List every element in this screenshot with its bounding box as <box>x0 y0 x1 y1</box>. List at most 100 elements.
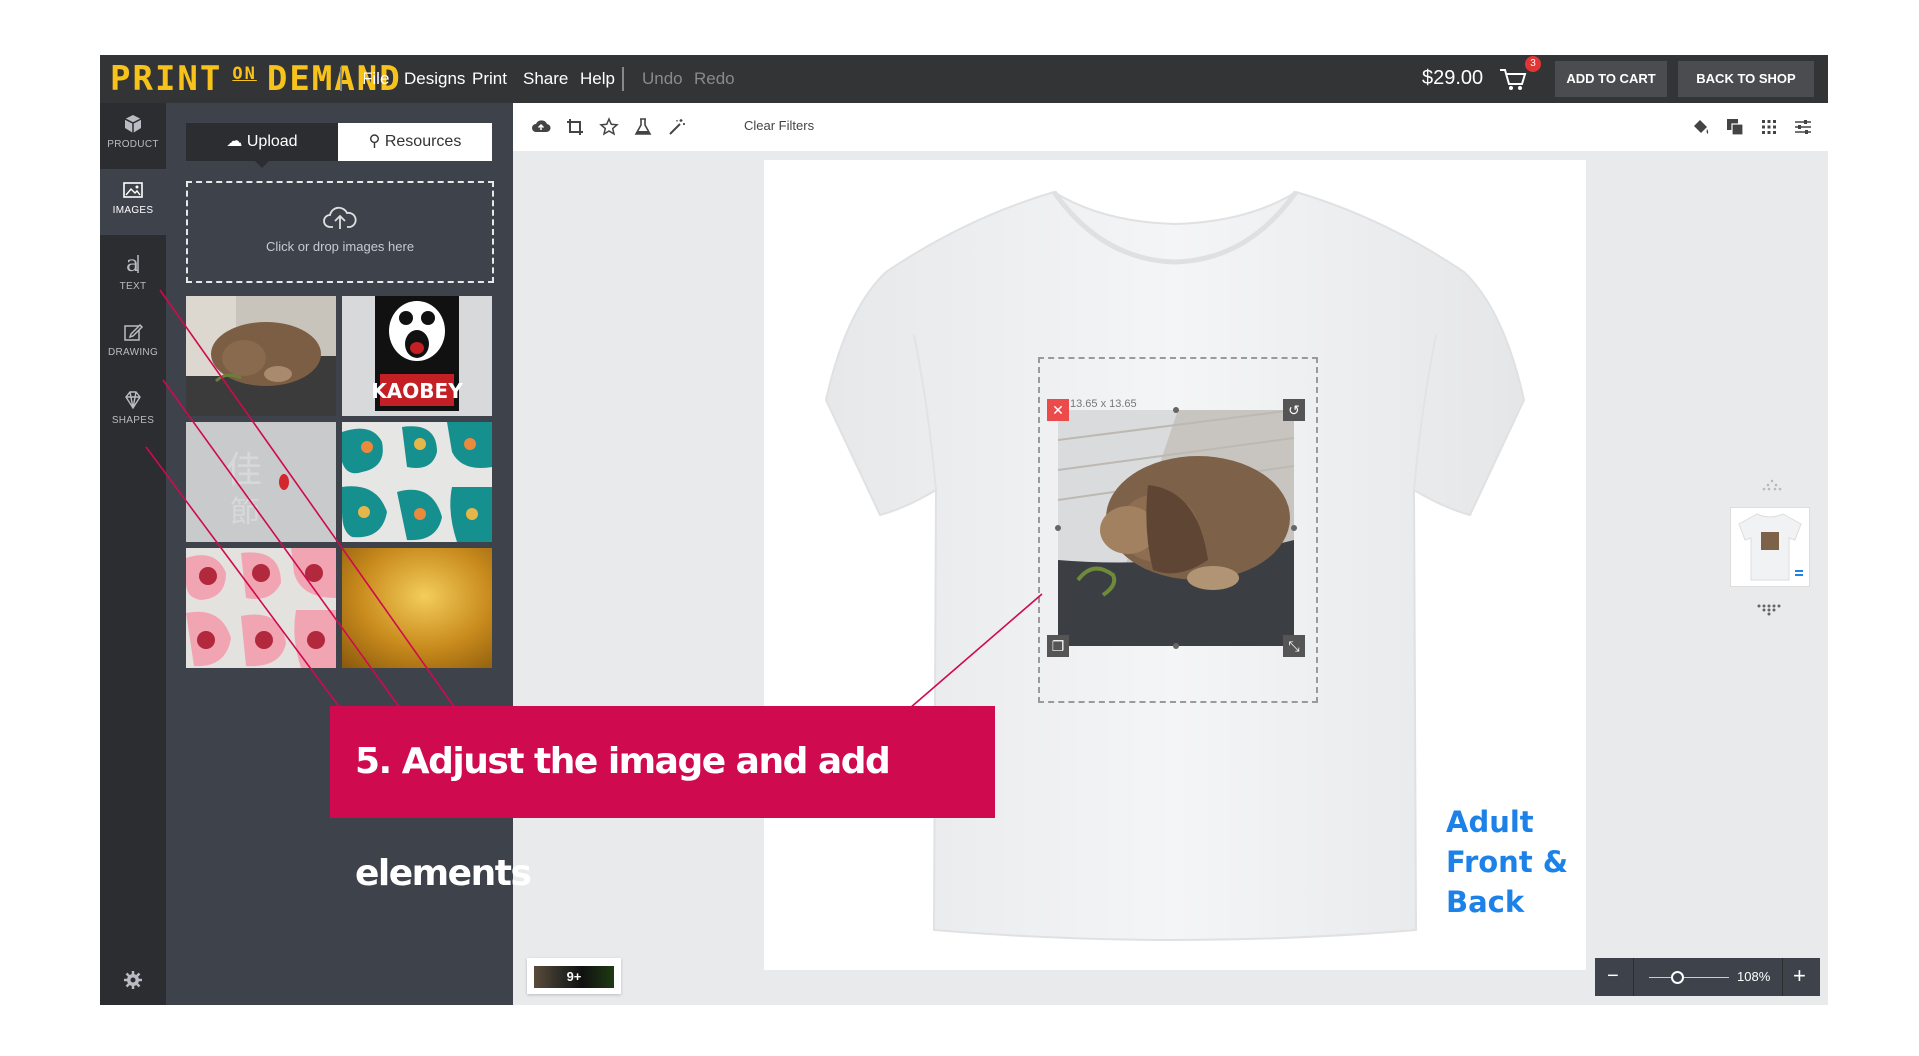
cube-icon <box>124 115 142 133</box>
add-to-cart-button[interactable]: ADD TO CART <box>1555 61 1667 97</box>
crop-icon[interactable] <box>565 117 585 137</box>
layers-count: 9+ <box>534 966 614 988</box>
tab-upload[interactable]: ☁ Upload <box>186 123 338 161</box>
redo-button[interactable]: Redo <box>694 69 735 89</box>
magic-wand-icon[interactable] <box>667 117 687 137</box>
cart-count-badge: 3 <box>1525 56 1541 72</box>
product-label-line: Adult <box>1446 805 1534 839</box>
menu-print[interactable]: Print <box>472 69 507 89</box>
menu-help[interactable]: Help <box>580 69 615 89</box>
editor-toolbar: Clear Filters <box>513 103 1828 151</box>
back-to-shop-button[interactable]: BACK TO SHOP <box>1678 61 1814 97</box>
thumbnail-gold-texture[interactable] <box>342 548 492 668</box>
upload-cloud-icon[interactable] <box>531 117 551 137</box>
zoom-in-button[interactable]: + <box>1793 963 1806 989</box>
menu-file[interactable]: File <box>362 69 389 89</box>
divider <box>1633 958 1634 996</box>
rail-label: DRAWING <box>107 347 159 358</box>
rotate-icon: ↺ <box>1288 402 1300 418</box>
thumbnail-pink-floral[interactable] <box>186 548 336 668</box>
star-icon[interactable] <box>599 117 619 137</box>
bottom-midpoint-handle[interactable] <box>1173 643 1179 649</box>
kaobey-text: KAOBEY <box>371 379 463 403</box>
zoom-out-button[interactable]: − <box>1607 965 1619 988</box>
logo-text-print: PRINT <box>110 59 223 99</box>
product-label-line: Back <box>1446 885 1525 919</box>
image-dropzone[interactable]: Click or drop images here <box>186 181 494 283</box>
settings-gear-icon[interactable] <box>122 969 144 991</box>
cart-icon[interactable] <box>1498 66 1528 92</box>
close-icon: ✕ <box>1052 402 1064 418</box>
rail-item-drawing[interactable]: DRAWING <box>100 311 166 377</box>
search-icon: ⚲ <box>368 133 381 150</box>
scroll-down-dots-icon[interactable] <box>1756 604 1786 618</box>
brand-logo[interactable]: PRINT ON DEMAND <box>110 59 402 99</box>
svg-text:佳: 佳 <box>226 450 262 491</box>
clear-filters-button[interactable]: Clear Filters <box>744 118 814 133</box>
grid-icon[interactable] <box>1759 117 1779 137</box>
thumbnail-teal-floral[interactable] <box>342 422 492 542</box>
menu-share[interactable]: Share <box>523 69 568 89</box>
product-label: Adult Front & Back <box>1446 802 1568 922</box>
product-label-line: Front & <box>1446 845 1569 879</box>
pale-pattern-image: 佳節 <box>186 422 336 542</box>
top-bar: PRINT ON DEMAND File Designs Print Share… <box>100 55 1828 103</box>
layers-icon[interactable] <box>1725 117 1745 137</box>
divider <box>1782 958 1783 996</box>
thumbnail-kaobey[interactable]: KAOBEY <box>342 296 492 416</box>
rail-item-images[interactable]: IMAGES <box>100 169 166 235</box>
tab-resources[interactable]: ⚲ Resources <box>338 123 492 161</box>
layer-order-handle[interactable]: ❐ <box>1047 635 1069 657</box>
rail-item-shapes[interactable]: SHAPES <box>100 379 166 445</box>
selected-rabbit-image[interactable] <box>1058 410 1294 646</box>
dropzone-text: Click or drop images here <box>265 239 415 254</box>
tshirt-thumbnail-image <box>1738 513 1803 581</box>
diamond-icon <box>125 391 141 410</box>
kaobey-thumbnail-image: KAOBEY <box>342 296 492 416</box>
delete-handle[interactable]: ✕ <box>1047 399 1069 421</box>
zoom-slider-knob[interactable] <box>1671 971 1684 984</box>
resize-arrows-icon: ⤡ <box>1288 638 1300 654</box>
thumbnail-pale-pattern[interactable]: 佳節 <box>186 422 336 542</box>
left-rail: PRODUCT IMAGES a TEXT DRAWING SHAPES <box>100 103 166 1005</box>
svg-text:節: 節 <box>230 495 260 530</box>
top-midpoint-handle[interactable] <box>1173 407 1179 413</box>
sliders-icon[interactable] <box>1793 117 1813 137</box>
rail-label: SHAPES <box>111 415 155 426</box>
rail-item-product[interactable]: PRODUCT <box>100 103 166 169</box>
text-icon: a <box>126 252 139 277</box>
product-view-thumbnail[interactable] <box>1730 507 1810 587</box>
rail-item-text[interactable]: a TEXT <box>100 241 166 307</box>
rail-label: IMAGES <box>112 205 154 216</box>
left-midpoint-handle[interactable] <box>1055 525 1061 531</box>
flask-icon[interactable] <box>633 117 653 137</box>
thumbnail-rabbit[interactable] <box>186 296 336 416</box>
logo-text-on: ON <box>232 64 257 84</box>
tutorial-callout: 5. Adjust the image and add elements <box>330 706 995 894</box>
tab-upload-label: Upload <box>246 133 298 150</box>
cloud-upload-icon <box>323 206 357 229</box>
zoom-percent: 108% <box>1737 969 1771 984</box>
right-midpoint-handle[interactable] <box>1291 525 1297 531</box>
undo-button[interactable]: Undo <box>642 69 683 89</box>
tab-resources-label: Resources <box>384 133 462 150</box>
layers-icon: ❐ <box>1051 638 1065 654</box>
price-label: $29.00 <box>1422 67 1484 89</box>
pink-floral-image <box>186 548 336 668</box>
divider <box>622 67 624 91</box>
image-dimensions-label: 13.65 x 13.65 <box>1070 398 1137 410</box>
teal-floral-image <box>342 422 492 542</box>
paint-bucket-icon[interactable] <box>1691 117 1711 137</box>
divider <box>340 67 342 91</box>
layers-count-chip[interactable]: 9+ <box>527 958 621 994</box>
upload-cloud-icon: ☁ <box>226 133 243 150</box>
active-tab-pointer <box>255 161 269 168</box>
scroll-up-dots-icon[interactable] <box>1760 479 1784 493</box>
zoom-control: − 108% + <box>1595 958 1820 996</box>
pencil-icon <box>124 323 144 341</box>
resize-handle[interactable]: ⤡ <box>1283 635 1305 657</box>
rotate-handle[interactable]: ↺ <box>1283 399 1305 421</box>
menu-designs[interactable]: Designs <box>404 69 465 89</box>
design-canvas[interactable]: 13.65 x 13.65 ✕ ↺ ❐ ⤡ Adult Front & Back <box>764 160 1586 970</box>
zoom-slider-track[interactable] <box>1649 977 1729 978</box>
